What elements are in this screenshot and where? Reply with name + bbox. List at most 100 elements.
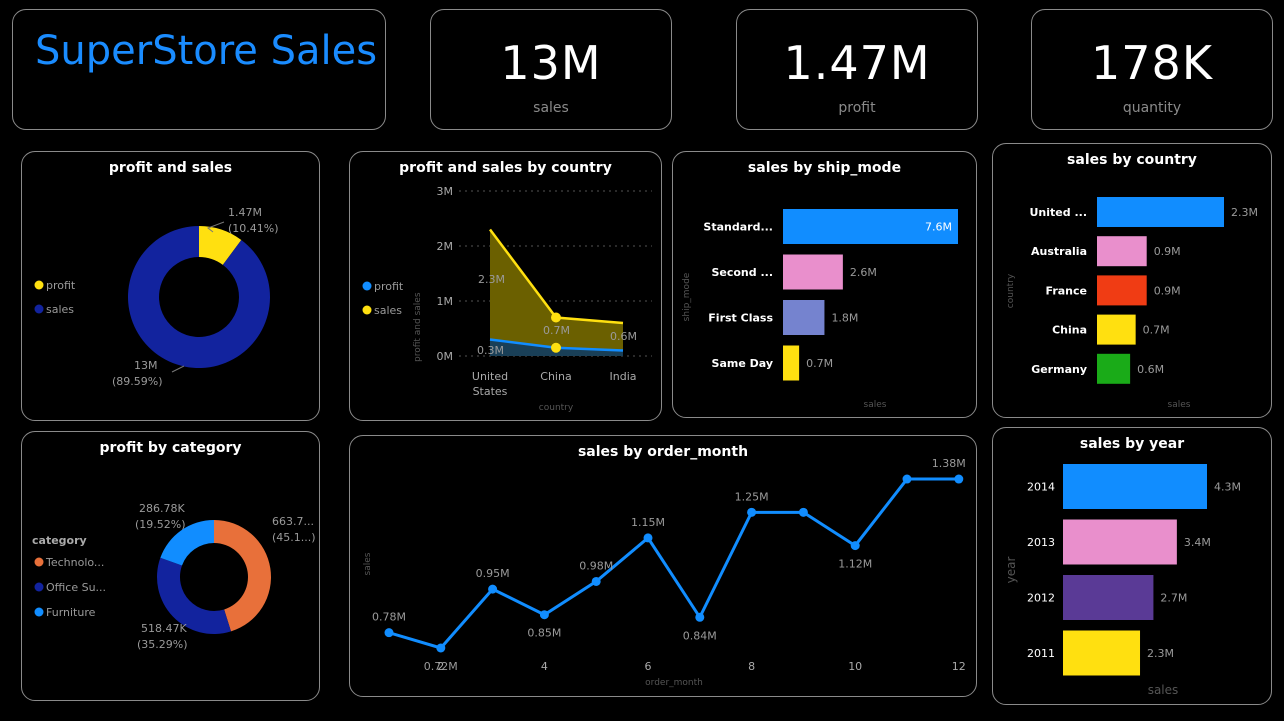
sales-by-year-chart: 2014 4.3M 2013 3.4M 2012 2.7M 2011 2.3M year sale… (1004, 464, 1241, 697)
y-tick: 0M (437, 350, 454, 363)
bar (1063, 575, 1154, 620)
x-axis-label: sales (1168, 400, 1191, 410)
category-label: Same Day (712, 357, 773, 370)
y-tick: 2M (437, 240, 454, 253)
category-label: 2013 (1027, 536, 1055, 549)
y-axis-label: ship_mode (682, 272, 692, 321)
category-label: Standard... (703, 221, 773, 234)
data-label: 2.3M (1231, 206, 1258, 219)
data-point (798, 507, 808, 517)
profit-and-sales-card[interactable]: profit and sales 1.47M (10.41%) 13M (89.59%… (21, 151, 320, 421)
data-label: 2.3M (478, 273, 505, 286)
data-point (747, 507, 757, 517)
bar (1063, 464, 1207, 509)
title-card: SuperStore Sales (12, 9, 386, 130)
kpi-quantity-card[interactable]: 178K quantity (1031, 9, 1273, 130)
x-axis-label: sales (864, 400, 887, 410)
sales-by-ship-mode-chart: Standard... 7.6M Second ... 2.6M First Class… (682, 209, 958, 410)
data-point (695, 612, 705, 622)
data-label: 1.38M (932, 457, 966, 470)
legend-label: sales (374, 304, 402, 317)
data-label: 1.8M (831, 312, 858, 325)
legend-label: Technolo... (45, 556, 104, 569)
x-tick: 6 (645, 660, 652, 673)
category-label: United ... (1030, 206, 1088, 219)
sales-by-ship-mode-card[interactable]: sales by ship_mode Standard... 7.6M Second… (672, 151, 977, 418)
legend-label: profit (46, 279, 76, 292)
kpi-quantity-value: 178K (1091, 36, 1213, 90)
profit-sales-by-country-card[interactable]: profit and sales by country 0M 1M 2M 3M prof… (349, 151, 662, 421)
data-point (643, 533, 653, 543)
bar (1097, 353, 1131, 384)
category-label: Germany (1031, 363, 1087, 376)
sales-by-order-month-card[interactable]: sales by order_month 0.78M 0.72M 0.95M 0.85… (349, 435, 977, 697)
data-label: 0.7M (1143, 324, 1170, 337)
x-tick: States (473, 385, 508, 398)
bar (1063, 630, 1141, 676)
x-tick: 12 (952, 660, 966, 673)
data-label: 2.6M (850, 266, 877, 279)
data-label: 0.9M (1154, 284, 1181, 297)
x-tick: United (472, 370, 508, 383)
leader-line (171, 365, 185, 373)
data-label: 1.12M (838, 558, 872, 571)
x-tick: China (540, 370, 571, 383)
y-axis-label: sales (363, 552, 373, 575)
slice-label: 286.78K (139, 502, 185, 515)
bar (783, 300, 825, 335)
kpi-profit-card[interactable]: 1.47M profit (736, 9, 978, 130)
kpi-profit-value: 1.47M (783, 36, 931, 90)
data-label: 4.3M (1214, 481, 1241, 494)
slice-pct: (35.29%) (137, 638, 188, 651)
legend-label: sales (46, 303, 74, 316)
legend-label: Furniture (46, 606, 96, 619)
slice-pct: (19.52%) (135, 518, 186, 531)
data-label: 0.78M (372, 611, 406, 624)
slice-label: 518.47K (141, 622, 187, 635)
slice-label: 663.7... (272, 515, 314, 528)
legend-dot (34, 557, 44, 567)
category-label: 2011 (1027, 647, 1055, 660)
x-tick: 2 (437, 660, 444, 673)
legend-dot (34, 607, 44, 617)
x-tick: 8 (748, 660, 755, 673)
slice-label: 13M (134, 359, 158, 372)
area-sales (490, 229, 623, 356)
data-point (488, 584, 498, 594)
slice-label: 1.47M (228, 206, 262, 219)
data-label: 2.3M (1147, 647, 1174, 660)
sales-by-country-card[interactable]: sales by country United ... 2.3M Australia… (992, 143, 1272, 418)
data-point (436, 643, 446, 653)
data-label: 0.6M (1137, 363, 1164, 376)
bar (1097, 314, 1136, 345)
legend-label: profit (374, 280, 404, 293)
legend-dot (34, 280, 44, 290)
kpi-sales-label: sales (533, 100, 569, 116)
slice-pct: (89.59%) (112, 375, 163, 388)
series-line (388, 477, 959, 650)
bar (1097, 275, 1147, 306)
data-label: 0.3M (477, 344, 504, 357)
data-label: 0.98M (579, 559, 613, 572)
y-tick: 1M (437, 295, 454, 308)
x-tick: 10 (848, 660, 862, 673)
data-label: 2.7M (1160, 592, 1187, 605)
x-tick: India (610, 370, 637, 383)
data-point (850, 541, 860, 551)
data-label: 0.95M (476, 567, 510, 580)
point-profit (551, 342, 561, 353)
sales-by-order-month-chart: 0.78M0.72M0.95M0.85M0.98M1.15M0.84M1.25M… (363, 457, 966, 688)
category-label: First Class (708, 312, 773, 325)
sales-by-year-card[interactable]: sales by year 2014 4.3M 2013 3.4M 2012 2.7M 20… (992, 427, 1272, 705)
bar (1097, 236, 1147, 267)
x-axis-label: sales (1148, 683, 1179, 697)
x-axis-label: order_month (645, 678, 703, 688)
y-axis-label: country (1006, 273, 1016, 308)
category-label: 2014 (1027, 481, 1055, 494)
profit-by-category-card[interactable]: profit by category 663.7... (45.1...) 518.… (21, 431, 320, 701)
y-axis-label: year (1004, 557, 1018, 584)
data-point (902, 474, 912, 484)
y-tick: 3M (437, 185, 454, 198)
kpi-sales-card[interactable]: 13M sales (430, 9, 672, 130)
data-point (954, 474, 964, 484)
